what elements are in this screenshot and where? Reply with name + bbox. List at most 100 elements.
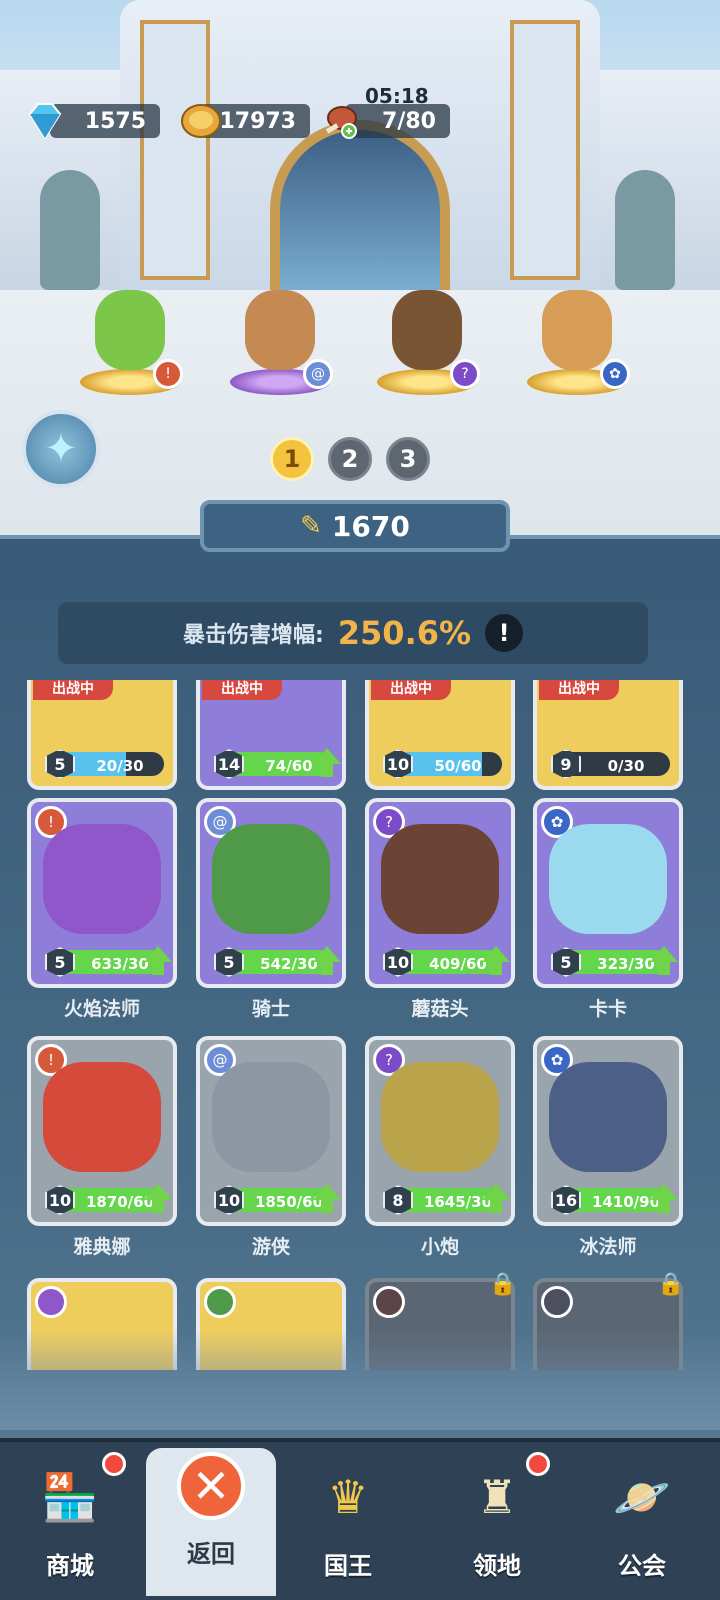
team-page-2[interactable]: 2 — [328, 437, 372, 481]
nav-back[interactable]: ✕ 返回 — [146, 1448, 276, 1596]
hero-card[interactable]: ! 5 633/30 — [27, 798, 177, 988]
power-value: 1670 — [331, 509, 410, 543]
shop-stall-icon: 🏪 — [41, 1469, 99, 1524]
hero-card[interactable]: ? 8 1645/30 — [365, 1036, 515, 1226]
class-icon — [35, 1286, 67, 1318]
power-icon: ✎ — [300, 511, 322, 541]
sword-class-icon: ! — [153, 359, 183, 389]
hero-portrait — [212, 1062, 330, 1172]
team-power: ✎ 1670 — [200, 500, 510, 552]
lightning-hero-sprite — [392, 290, 462, 370]
nav-label: 国王 — [324, 1552, 372, 1580]
deployed-tag: 出战中 — [33, 680, 113, 700]
upgrade-arrow-icon — [647, 1184, 681, 1218]
scroll-fade — [0, 1330, 720, 1430]
hero-portrait — [43, 1062, 161, 1172]
bear-girl-hero-sprite — [542, 290, 612, 370]
upgrade-arrow-icon — [479, 946, 513, 980]
orc-hero-sprite — [95, 290, 165, 370]
castle-icon: ♜ — [476, 1470, 518, 1524]
coins-value: 17973 — [219, 108, 296, 134]
deployed-tag: 出战中 — [202, 680, 282, 700]
lock-icon: 🔒 — [489, 1272, 517, 1297]
magic-class-icon: ? — [450, 359, 480, 389]
bottom-nav: 🏪 商城 ✕ 返回 ♛ 国王 ♜ 领地 🪐 公会 — [0, 1438, 720, 1600]
stat-bar: 暴击伤害增幅: 250.6% ! — [58, 602, 648, 664]
crown-icon: ♛ — [327, 1470, 369, 1524]
hero-card[interactable]: ✿ 5 323/30 — [533, 798, 683, 988]
castle-tower — [140, 20, 210, 280]
hero-grid[interactable]: 出战中520/30剑圣出战中1474/60地鼠出战中1050/60闪电之子出战中… — [0, 680, 720, 1370]
swirl-class-icon: @ — [303, 359, 333, 389]
team-slot-2[interactable]: @ — [225, 265, 335, 395]
class-icon — [373, 1286, 405, 1318]
team-page-3[interactable]: 3 — [386, 437, 430, 481]
hero-portrait — [212, 824, 330, 934]
nav-label: 返回 — [187, 1540, 235, 1568]
nav-territory[interactable]: ♜ 领地 — [432, 1456, 562, 1600]
hero-card[interactable]: 出战中 14 74/60 — [196, 680, 346, 790]
notification-dot — [526, 1452, 550, 1476]
upgrade-arrow-icon — [141, 946, 175, 980]
upgrade-arrow-icon — [310, 1184, 344, 1218]
mole-hero-sprite — [245, 290, 315, 370]
deployed-tag: 出战中 — [539, 680, 619, 700]
hero-name: 卡卡 — [588, 998, 627, 1020]
hero-name: 冰法师 — [579, 1236, 637, 1258]
nav-label: 公会 — [618, 1552, 666, 1580]
stamina-value: 7/80 — [382, 108, 436, 134]
hero-portrait — [549, 824, 667, 934]
team-slot-1[interactable]: ! — [75, 265, 185, 395]
shard-count: 20/30 — [96, 757, 144, 775]
nav-shop[interactable]: 🏪 商城 — [5, 1456, 135, 1600]
diamond-grid-icon: ✦ — [44, 426, 78, 472]
paw-class-icon: ✿ — [600, 359, 630, 389]
nav-label: 商城 — [46, 1552, 94, 1580]
team-slot-3[interactable]: ? — [372, 265, 482, 395]
hero-name: 雅典娜 — [73, 1236, 131, 1258]
stat-value: 250.6% — [337, 614, 472, 652]
planet-icon: 🪐 — [613, 1469, 671, 1524]
class-icon — [541, 1286, 573, 1318]
page-number: 2 — [341, 445, 359, 473]
class-icon — [204, 1286, 236, 1318]
hero-name: 火焰法师 — [63, 998, 140, 1020]
upgrade-arrow-icon — [479, 1184, 513, 1218]
gems-value: 1575 — [84, 108, 146, 134]
upgrade-arrow-icon — [310, 946, 344, 980]
coin-icon — [181, 104, 221, 138]
nav-guild[interactable]: 🪐 公会 — [577, 1456, 707, 1600]
hero-name: 骑士 — [251, 998, 290, 1020]
hero-name: 游侠 — [251, 1236, 290, 1258]
hero-card[interactable]: 出战中 10 50/60 — [365, 680, 515, 790]
hero-card[interactable]: 出战中 5 20/30 — [27, 680, 177, 790]
nav-king[interactable]: ♛ 国王 — [283, 1456, 413, 1600]
hero-portrait — [381, 1062, 499, 1172]
hero-portrait — [549, 1062, 667, 1172]
page-number: 3 — [399, 445, 417, 473]
info-button[interactable]: ! — [485, 614, 524, 652]
hero-card[interactable]: @10 1850/60 — [196, 1036, 346, 1226]
hero-portrait — [381, 824, 499, 934]
upgrade-arrow-icon — [310, 748, 344, 782]
hero-card[interactable]: ? 10 409/60 — [365, 798, 515, 988]
castle — [120, 0, 600, 310]
team-slot-4[interactable]: ✿ — [522, 265, 632, 395]
diamond-icon — [28, 103, 62, 140]
page-number: 1 — [283, 445, 301, 473]
hero-name: 小炮 — [420, 1236, 459, 1258]
upgrade-arrow-icon — [141, 1184, 175, 1218]
formation-button[interactable]: ✦ — [22, 410, 100, 488]
castle-tower — [510, 20, 580, 280]
hero-card[interactable]: 出战中 9 0/30 — [533, 680, 683, 790]
deployed-tag: 出战中 — [371, 680, 451, 700]
notification-dot — [102, 1452, 126, 1476]
close-icon: ✕ — [177, 1452, 245, 1520]
team-page-1[interactable]: 1 — [270, 437, 314, 481]
stat-label: 暴击伤害增幅: — [182, 623, 324, 648]
hero-card[interactable]: ! 10 1870/60 — [27, 1036, 177, 1226]
hero-portrait — [43, 824, 161, 934]
upgrade-arrow-icon — [647, 946, 681, 980]
hero-card[interactable]: @5 542/30 — [196, 798, 346, 988]
hero-card[interactable]: ✿ 16 1410/90 — [533, 1036, 683, 1226]
